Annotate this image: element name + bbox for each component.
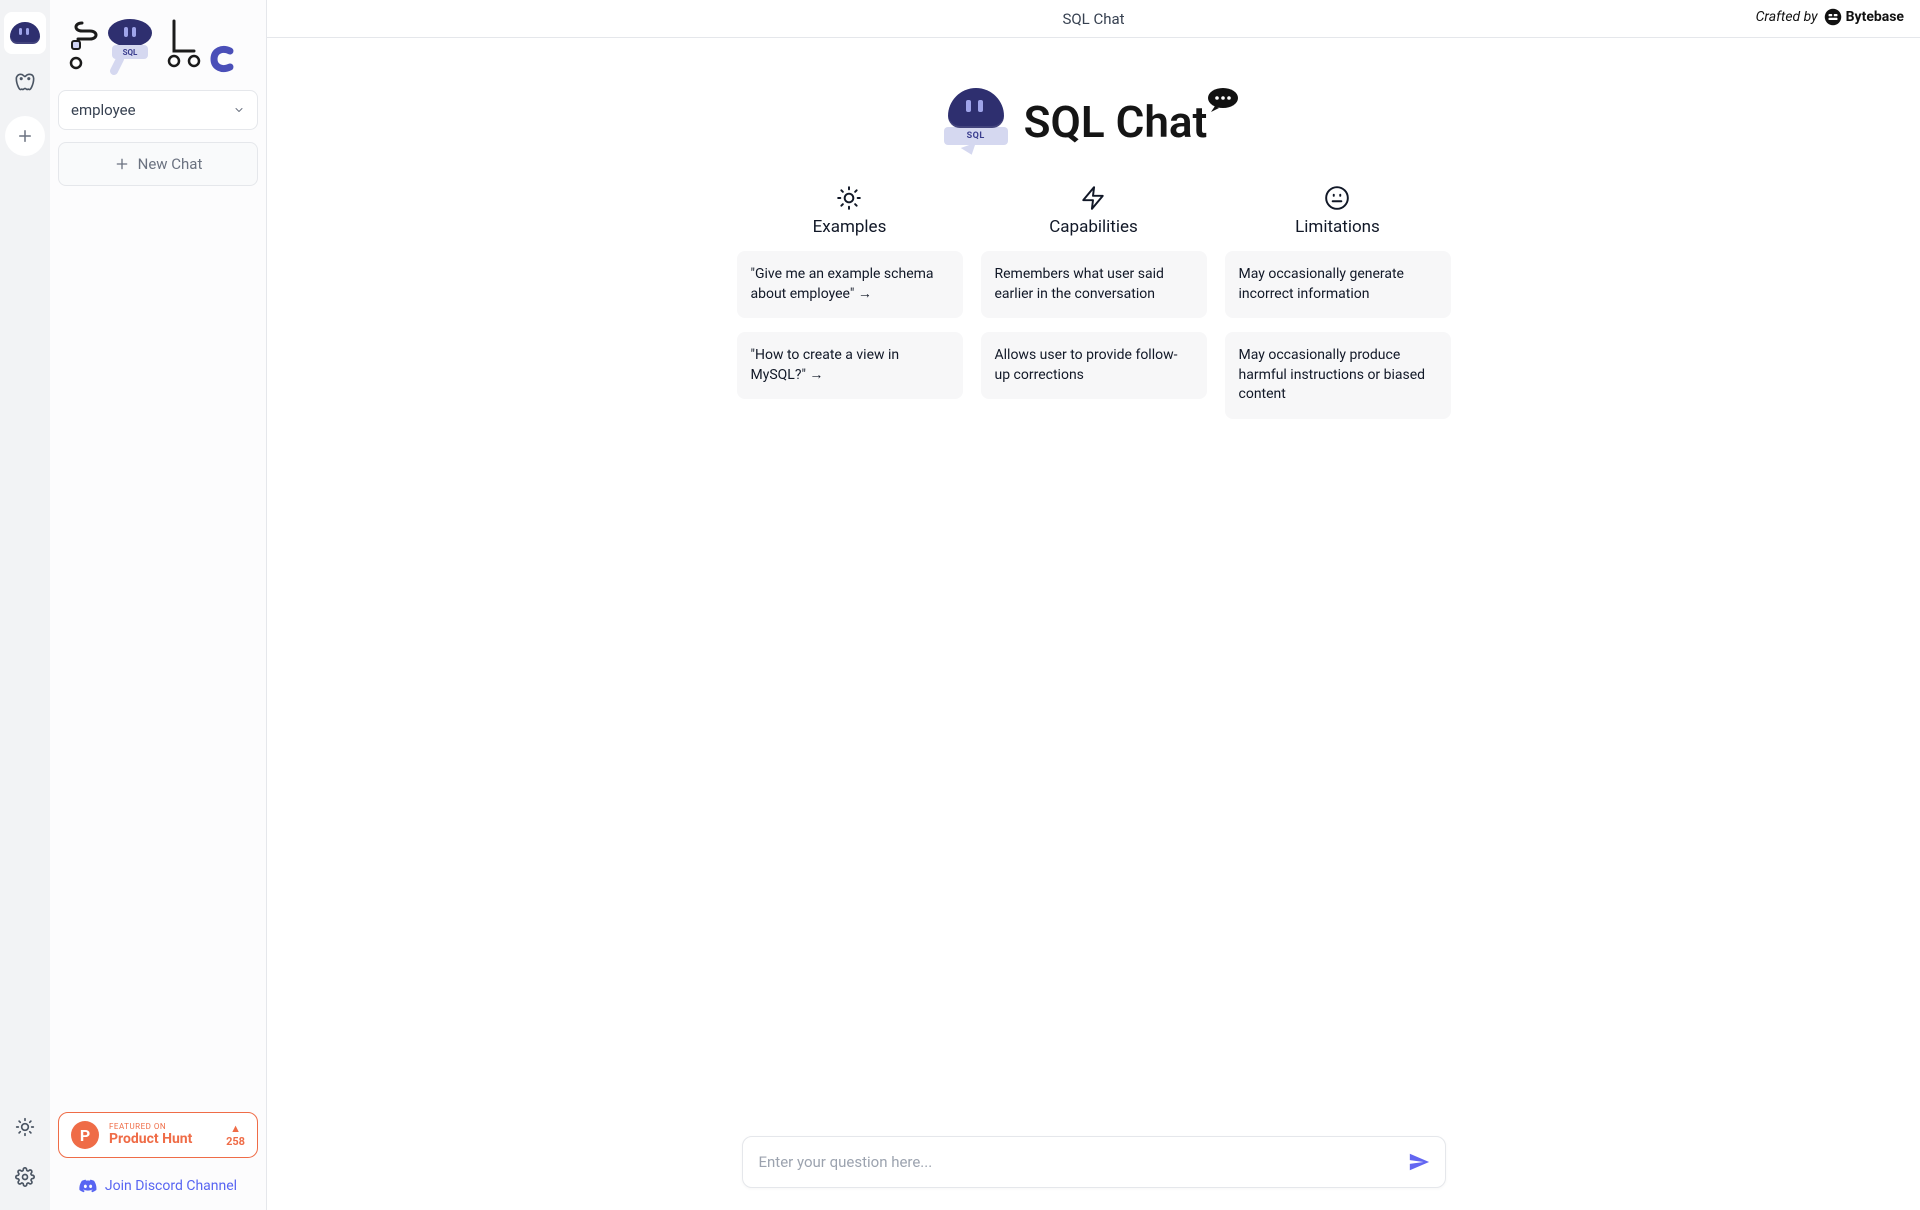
ph-name-label: Product Hunt (109, 1132, 216, 1147)
bytebase-icon (1824, 8, 1842, 26)
send-button[interactable] (1401, 1144, 1437, 1180)
new-chat-label: New Chat (138, 155, 203, 173)
speech-bubble-icon (1207, 86, 1243, 114)
database-select[interactable]: employee (58, 90, 258, 130)
hero-robot-icon: SQL (944, 88, 1008, 155)
sidebar: SQL employee New Chat P FEATURED ON Prod… (50, 0, 267, 1210)
message-input[interactable] (751, 1141, 1401, 1183)
elephant-icon (12, 70, 38, 96)
capability-card: Allows user to provide follow-up correct… (981, 332, 1207, 399)
main: SQL Chat Crafted by Bytebase SQL (267, 0, 1920, 1210)
crafted-by-label: Crafted by (1756, 9, 1818, 25)
settings-button[interactable] (4, 1156, 46, 1198)
discord-icon (79, 1179, 97, 1193)
column-capabilities: Capabilities Remembers what user said ea… (981, 185, 1207, 419)
theme-toggle-button[interactable] (4, 1106, 46, 1148)
column-limitations: Limitations May occasionally generate in… (1225, 185, 1451, 419)
product-hunt-icon: P (71, 1121, 99, 1149)
chevron-down-icon (233, 104, 245, 116)
sqlc-logo-graphic: SQL (62, 11, 242, 75)
sun-icon (836, 185, 862, 211)
plus-icon (114, 156, 130, 172)
discord-link[interactable]: Join Discord Channel (58, 1170, 258, 1202)
sun-icon (15, 1117, 35, 1137)
limitation-card: May occasionally generate incorrect info… (1225, 251, 1451, 318)
capability-card: Remembers what user said earlier in the … (981, 251, 1207, 318)
welcome-content: SQL SQL Chat (267, 38, 1920, 1210)
examples-title: Examples (813, 217, 887, 237)
capability-text: Remembers what user said earlier in the … (995, 266, 1164, 302)
add-connection-button[interactable] (5, 116, 45, 156)
database-select-value: employee (71, 101, 136, 119)
limitations-title: Limitations (1295, 217, 1380, 237)
limitation-card: May occasionally produce harmful instruc… (1225, 332, 1451, 419)
example-text: "How to create a view in MySQL?" → (751, 347, 900, 383)
composer (742, 1136, 1446, 1188)
neutral-face-icon (1324, 185, 1350, 211)
caret-up-icon: ▲ (230, 1122, 241, 1135)
plus-icon (16, 127, 34, 145)
rail-item-sqlchat[interactable] (4, 12, 46, 54)
brand-name: Bytebase (1846, 9, 1904, 25)
gear-icon (15, 1167, 35, 1187)
svg-text:SQL: SQL (123, 48, 138, 57)
new-chat-button[interactable]: New Chat (58, 142, 258, 186)
example-card[interactable]: "How to create a view in MySQL?" → (737, 332, 963, 399)
capability-text: Allows user to provide follow-up correct… (995, 347, 1178, 383)
discord-link-label: Join Discord Channel (105, 1178, 237, 1194)
sqlchat-robot-icon (10, 22, 40, 44)
page-title: SQL Chat (1062, 10, 1124, 28)
hero: SQL SQL Chat (944, 88, 1244, 155)
hero-title-text: SQL Chat (1024, 96, 1208, 148)
lightning-icon (1080, 185, 1106, 211)
crafted-by-link[interactable]: Crafted by Bytebase (1756, 8, 1904, 26)
sidebar-logo: SQL (58, 8, 258, 78)
limitation-text: May occasionally produce harmful instruc… (1239, 347, 1426, 402)
topbar: SQL Chat Crafted by Bytebase (267, 0, 1920, 38)
send-icon (1408, 1151, 1430, 1173)
rail-item-postgres[interactable] (4, 62, 46, 104)
capabilities-title: Capabilities (1049, 217, 1138, 237)
example-text: "Give me an example schema about employe… (751, 266, 934, 302)
example-card[interactable]: "Give me an example schema about employe… (737, 251, 963, 318)
ph-upvote-count: 258 (226, 1135, 245, 1148)
limitation-text: May occasionally generate incorrect info… (1239, 266, 1404, 302)
feature-columns: Examples "Give me an example schema abou… (737, 185, 1451, 419)
product-hunt-badge[interactable]: P FEATURED ON Product Hunt ▲ 258 (58, 1112, 258, 1158)
column-examples: Examples "Give me an example schema abou… (737, 185, 963, 419)
left-rail (0, 0, 50, 1210)
